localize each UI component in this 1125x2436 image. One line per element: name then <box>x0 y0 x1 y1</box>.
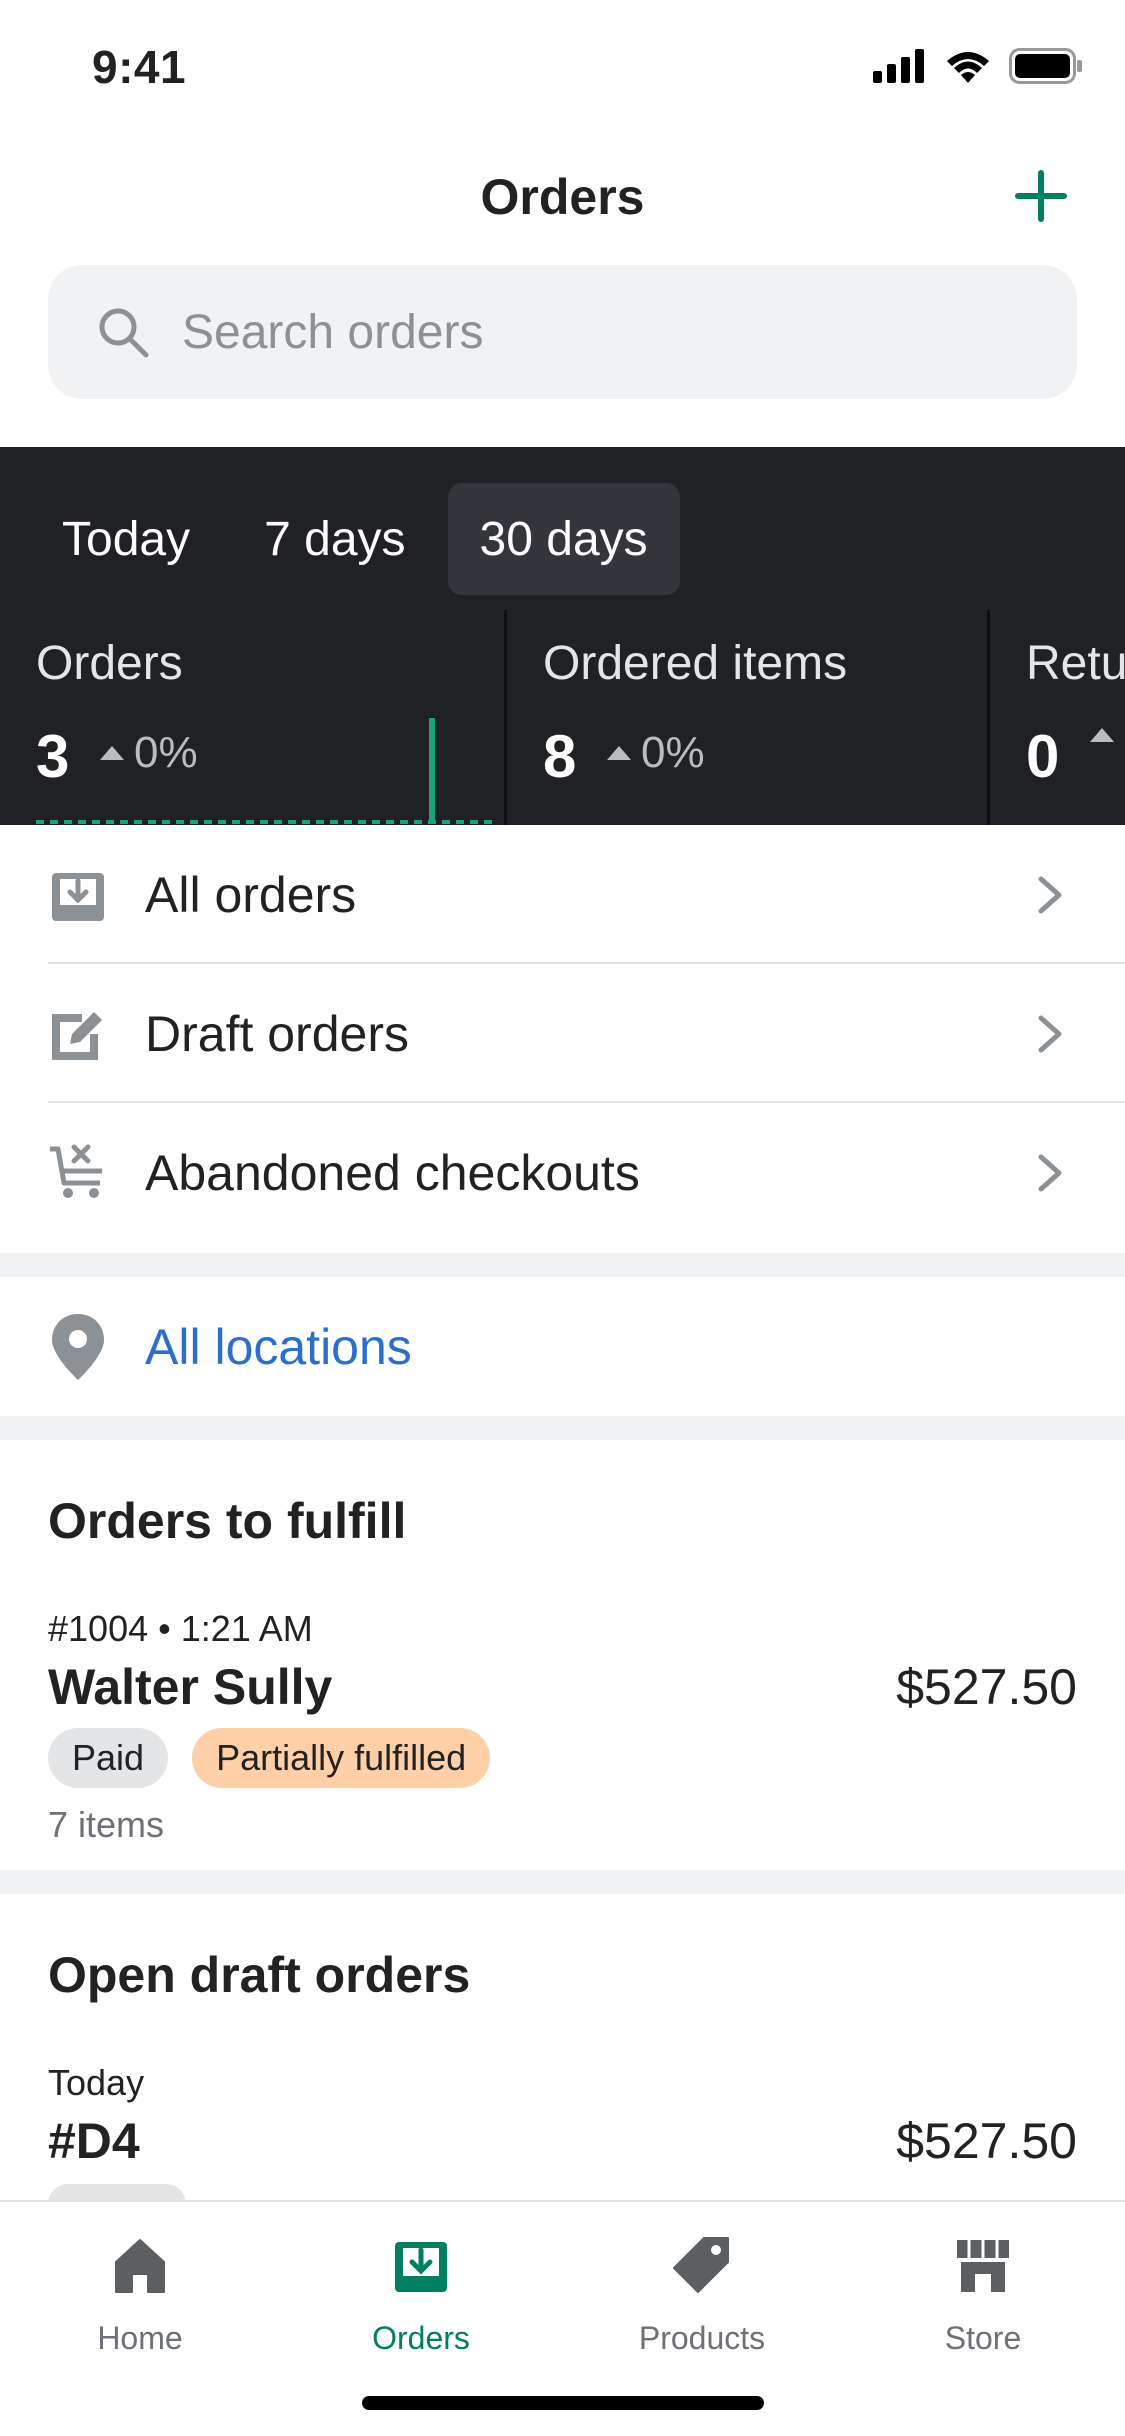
add-order-button[interactable] <box>1009 164 1073 228</box>
trend-up-icon <box>100 746 124 760</box>
edit-document-icon <box>52 1011 102 1060</box>
metrics-row: Orders 3 0% Ordered items 8 0% Retu 0 <box>0 610 1125 825</box>
cart-cancel-icon <box>50 1144 102 1198</box>
period-tab-7-days[interactable]: 7 days <box>232 483 437 595</box>
nav-row-draft-orders[interactable]: Draft orders <box>0 964 1125 1103</box>
metric-value: 8 <box>543 723 577 790</box>
trend-up-icon <box>1090 728 1114 742</box>
tag-icon <box>673 2237 729 2293</box>
metric-card-ordered-items[interactable]: Ordered items 8 0% <box>507 610 990 825</box>
metric-card-returns[interactable]: Retu 0 <box>990 610 1125 825</box>
inbox-download-icon <box>52 872 104 921</box>
tab-label: Products <box>638 2320 766 2356</box>
metric-card-orders[interactable]: Orders 3 0% <box>0 610 507 825</box>
chevron-right-icon <box>1038 1154 1062 1191</box>
header: Orders <box>0 150 1125 250</box>
period-tab-today[interactable]: Today <box>30 483 222 595</box>
nav-row-all-orders[interactable]: All orders <box>0 825 1125 964</box>
section-title: Orders to fulfill <box>48 1493 407 1549</box>
status-badge-paid: Paid <box>48 1728 169 1788</box>
nav-row-label: Abandoned checkouts <box>145 1144 640 1201</box>
order-amount: $527.50 <box>896 2113 1077 2169</box>
metric-change: 0% <box>100 728 198 778</box>
draft-order-number: #D4 <box>48 2113 140 2169</box>
metric-label: Ordered items <box>543 637 848 690</box>
order-meta: Today <box>48 2062 145 2103</box>
search-bar[interactable] <box>48 265 1077 399</box>
metric-change-value: 0% <box>134 728 198 777</box>
trend-up-icon <box>607 746 631 760</box>
period-tab-30-days[interactable]: 30 days <box>447 483 680 595</box>
metric-change <box>1090 728 1114 742</box>
period-tabs: Today 7 days 30 days <box>30 483 680 595</box>
cellular-signal-icon <box>873 49 924 83</box>
search-icon <box>99 308 149 358</box>
tab-products[interactable]: Products <box>602 2234 802 2357</box>
tab-orders[interactable]: Orders <box>321 2234 521 2357</box>
store-icon <box>957 2240 1009 2292</box>
metric-value: 0 <box>1026 723 1060 790</box>
open-draft-orders-section: Open draft orders Today #D4 $527.50 <box>0 1894 1125 2224</box>
nav-row-abandoned-checkouts[interactable]: Abandoned checkouts <box>0 1103 1125 1242</box>
order-badges: Paid Partially fulfilled <box>48 1728 491 1788</box>
section-separator <box>0 1253 1125 1277</box>
tab-label: Store <box>944 2320 1022 2356</box>
section-separator <box>0 1870 1125 1894</box>
orders-to-fulfill-section: Orders to fulfill #1004 • 1:21 AM Walter… <box>0 1440 1125 1870</box>
analytics-panel: Today 7 days 30 days Orders 3 0% Ordered… <box>0 447 1125 825</box>
chevron-right-icon <box>1038 1015 1062 1052</box>
metric-label: Retu <box>1026 637 1125 690</box>
metric-value: 3 <box>36 723 70 790</box>
section-separator <box>0 1416 1125 1440</box>
location-filter-link[interactable]: All locations <box>145 1318 412 1376</box>
location-filter-row[interactable]: All locations <box>0 1278 1125 1416</box>
status-badge-fulfillment: Partially fulfilled <box>192 1728 491 1788</box>
orders-screen: 9:41 Orders Search orders Today 7 days 3… <box>0 0 1125 2436</box>
order-amount: $527.50 <box>896 1659 1077 1715</box>
metric-label: Orders <box>36 637 183 690</box>
page-title: Orders <box>480 169 645 225</box>
orders-icon <box>395 2242 447 2292</box>
status-icons <box>873 48 1083 84</box>
status-time: 9:41 <box>92 41 187 93</box>
metric-change-value: 0% <box>641 728 705 777</box>
battery-icon <box>1009 48 1082 84</box>
status-bar: 9:41 <box>0 0 1125 132</box>
tab-label: Home <box>97 2320 183 2356</box>
order-meta: #1004 • 1:21 AM <box>48 1608 313 1649</box>
section-title: Open draft orders <box>48 1947 471 2003</box>
metric-change: 0% <box>607 728 705 778</box>
location-pin-icon <box>52 1314 104 1380</box>
order-item-count: 7 items <box>48 1804 165 1845</box>
nav-row-label: Draft orders <box>145 1005 409 1062</box>
tab-home[interactable]: Home <box>40 2234 240 2357</box>
wifi-icon <box>947 52 989 83</box>
search-input[interactable] <box>182 304 982 360</box>
tab-label: Orders <box>372 2320 470 2356</box>
nav-row-label: All orders <box>145 866 357 923</box>
customer-name: Walter Sully <box>48 1659 333 1715</box>
chevron-right-icon <box>1038 876 1062 913</box>
home-indicator[interactable] <box>362 2396 764 2410</box>
tab-store[interactable]: Store <box>883 2234 1083 2357</box>
home-icon <box>115 2239 165 2293</box>
orders-nav-list: All orders Draft orders Abandoned checko… <box>0 825 1125 1242</box>
